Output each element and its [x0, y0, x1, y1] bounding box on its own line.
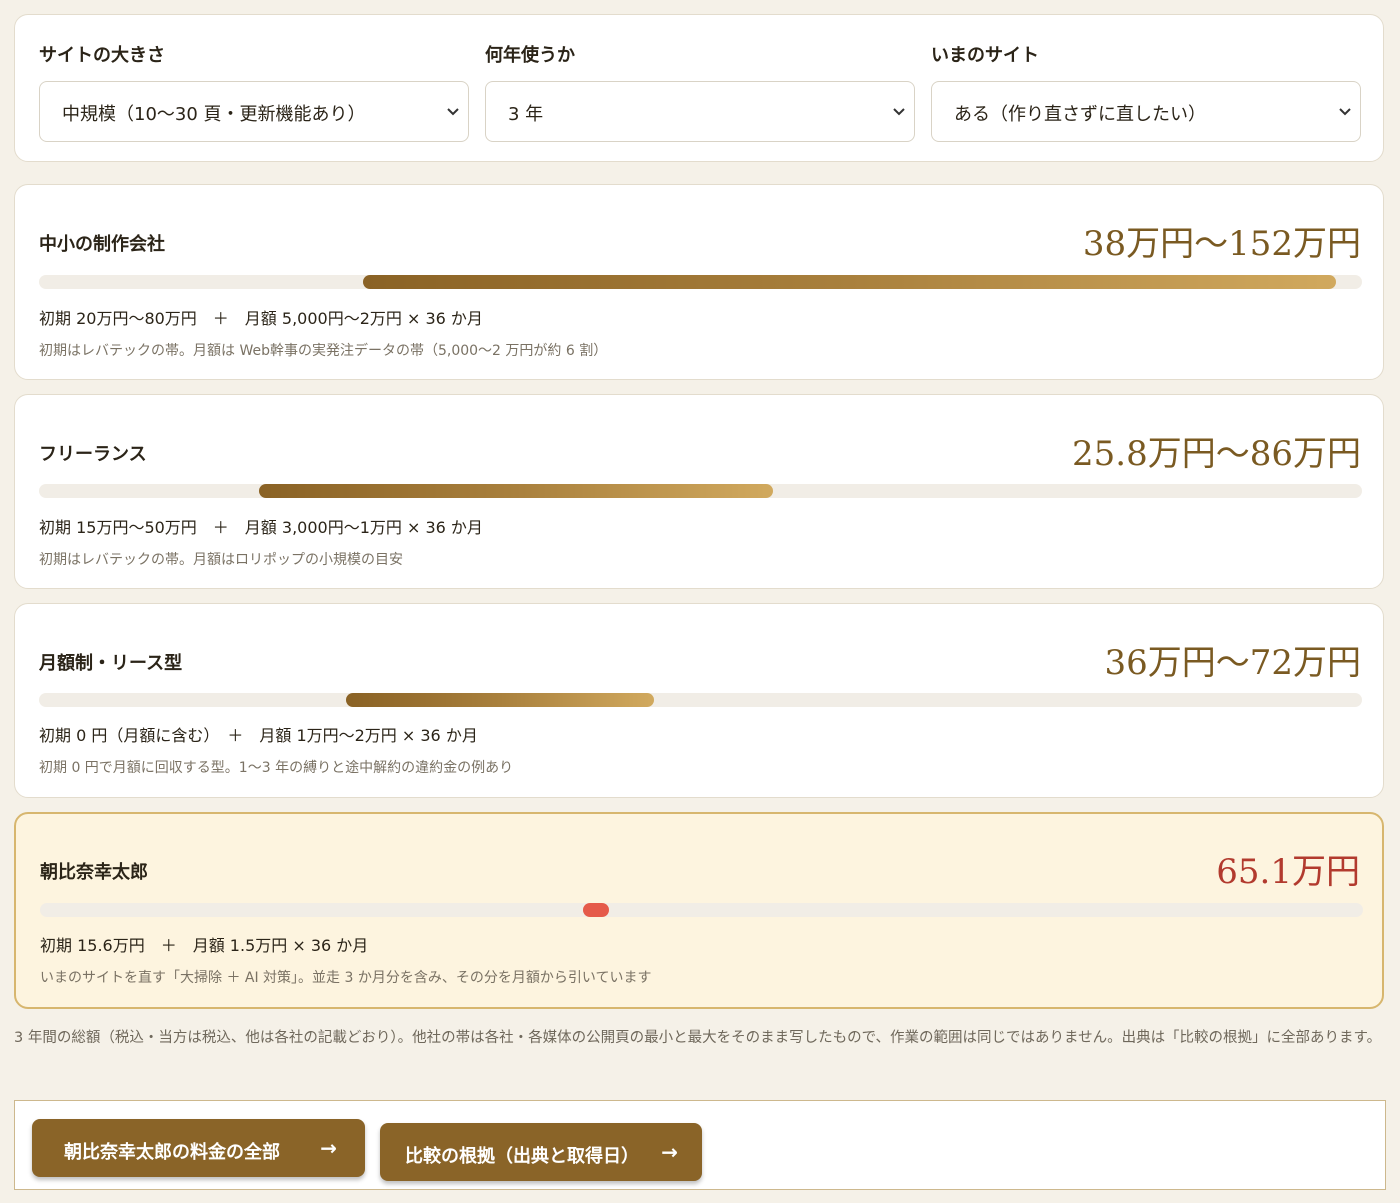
arrow-right-icon: → — [661, 1140, 678, 1164]
comparison-price: 25.8万円〜86万円 — [1072, 434, 1361, 474]
arrow-right-icon: → — [320, 1136, 337, 1160]
comparison-breakdown: 初期 15.6万円 ＋ 月額 1.5万円 × 36 か月 — [40, 936, 369, 955]
link-panel: 朝比奈幸太郎の料金の全部 → 比較の根拠（出典と取得日） → — [14, 1100, 1386, 1190]
comparison-card-agency: 中小の制作会社 38万円〜152万円 初期 20万円〜80万円 ＋ 月額 5,0… — [14, 184, 1384, 380]
comparison-name: フリーランス — [39, 444, 147, 465]
range-bar — [346, 693, 654, 707]
comparison-name: 月額制・リース型 — [39, 653, 183, 674]
range-track — [39, 693, 1362, 707]
chevron-down-icon — [893, 108, 905, 116]
comparison-note: 初期はレバテックの帯。月額は Web幹事の実発注データの帯（5,000〜2 万円… — [39, 343, 608, 359]
chevron-down-icon — [1339, 108, 1351, 116]
years-select[interactable]: 3 年 — [485, 81, 915, 142]
comparison-card-freelance: フリーランス 25.8万円〜86万円 初期 15万円〜50万円 ＋ 月額 3,0… — [14, 394, 1384, 589]
site-size-value: 中規模（10〜30 頁・更新機能あり） — [62, 104, 366, 125]
comparison-price: 36万円〜72万円 — [1104, 643, 1361, 683]
chevron-down-icon — [447, 108, 459, 116]
comparison-card-self: 朝比奈幸太郎 65.1万円 初期 15.6万円 ＋ 月額 1.5万円 × 36 … — [14, 812, 1384, 1009]
comparison-breakdown: 初期 15万円〜50万円 ＋ 月額 3,000円〜1万円 × 36 か月 — [39, 518, 483, 537]
years-label: 何年使うか — [485, 45, 575, 66]
years-value: 3 年 — [508, 104, 544, 125]
comparison-name: 中小の制作会社 — [39, 234, 165, 255]
range-bar — [259, 484, 774, 498]
options-panel: サイトの大きさ 中規模（10〜30 頁・更新機能あり） 何年使うか 3 年 いま… — [14, 14, 1384, 162]
comparison-card-subscription: 月額制・リース型 36万円〜72万円 初期 0 円（月額に含む） ＋ 月額 1万… — [14, 603, 1384, 798]
sources-button-label: 比較の根拠（出典と取得日） — [405, 1146, 639, 1167]
comparison-note: いまのサイトを直す「大掃除 ＋ AI 対策」。並走 3 か月分を含み、その分を月… — [40, 970, 652, 986]
current-site-value: ある（作り直さずに直したい） — [954, 104, 1206, 125]
current-site-select[interactable]: ある（作り直さずに直したい） — [931, 81, 1361, 142]
comparison-note: 初期はレバテックの帯。月額はロリポップの小規模の目安 — [39, 552, 403, 568]
footnote: 3 年間の総額（税込・当方は税込、他は各社の記載どおり）。他社の帯は各社・各媒体… — [14, 1030, 1382, 1046]
comparison-breakdown: 初期 0 円（月額に含む） ＋ 月額 1万円〜2万円 × 36 か月 — [39, 726, 478, 745]
current-site-label: いまのサイト — [931, 45, 1039, 66]
comparison-name: 朝比奈幸太郎 — [40, 862, 148, 883]
pricing-button-label: 朝比奈幸太郎の料金の全部 — [64, 1142, 280, 1163]
comparison-note: 初期 0 円で月額に回収する型。1〜3 年の縛りと途中解約の違約金の例あり — [39, 760, 514, 776]
pricing-button[interactable]: 朝比奈幸太郎の料金の全部 → — [32, 1119, 365, 1177]
range-track — [40, 903, 1363, 917]
range-track — [39, 275, 1362, 289]
site-size-select[interactable]: 中規模（10〜30 頁・更新機能あり） — [39, 81, 469, 142]
comparison-breakdown: 初期 20万円〜80万円 ＋ 月額 5,000円〜2万円 × 36 か月 — [39, 309, 483, 328]
comparison-price: 65.1万円 — [1216, 852, 1360, 892]
comparison-price: 38万円〜152万円 — [1082, 224, 1361, 264]
price-marker — [582, 903, 609, 917]
range-bar — [363, 275, 1337, 289]
range-track — [39, 484, 1362, 498]
site-size-label: サイトの大きさ — [39, 45, 165, 66]
sources-button[interactable]: 比較の根拠（出典と取得日） → — [380, 1123, 702, 1181]
